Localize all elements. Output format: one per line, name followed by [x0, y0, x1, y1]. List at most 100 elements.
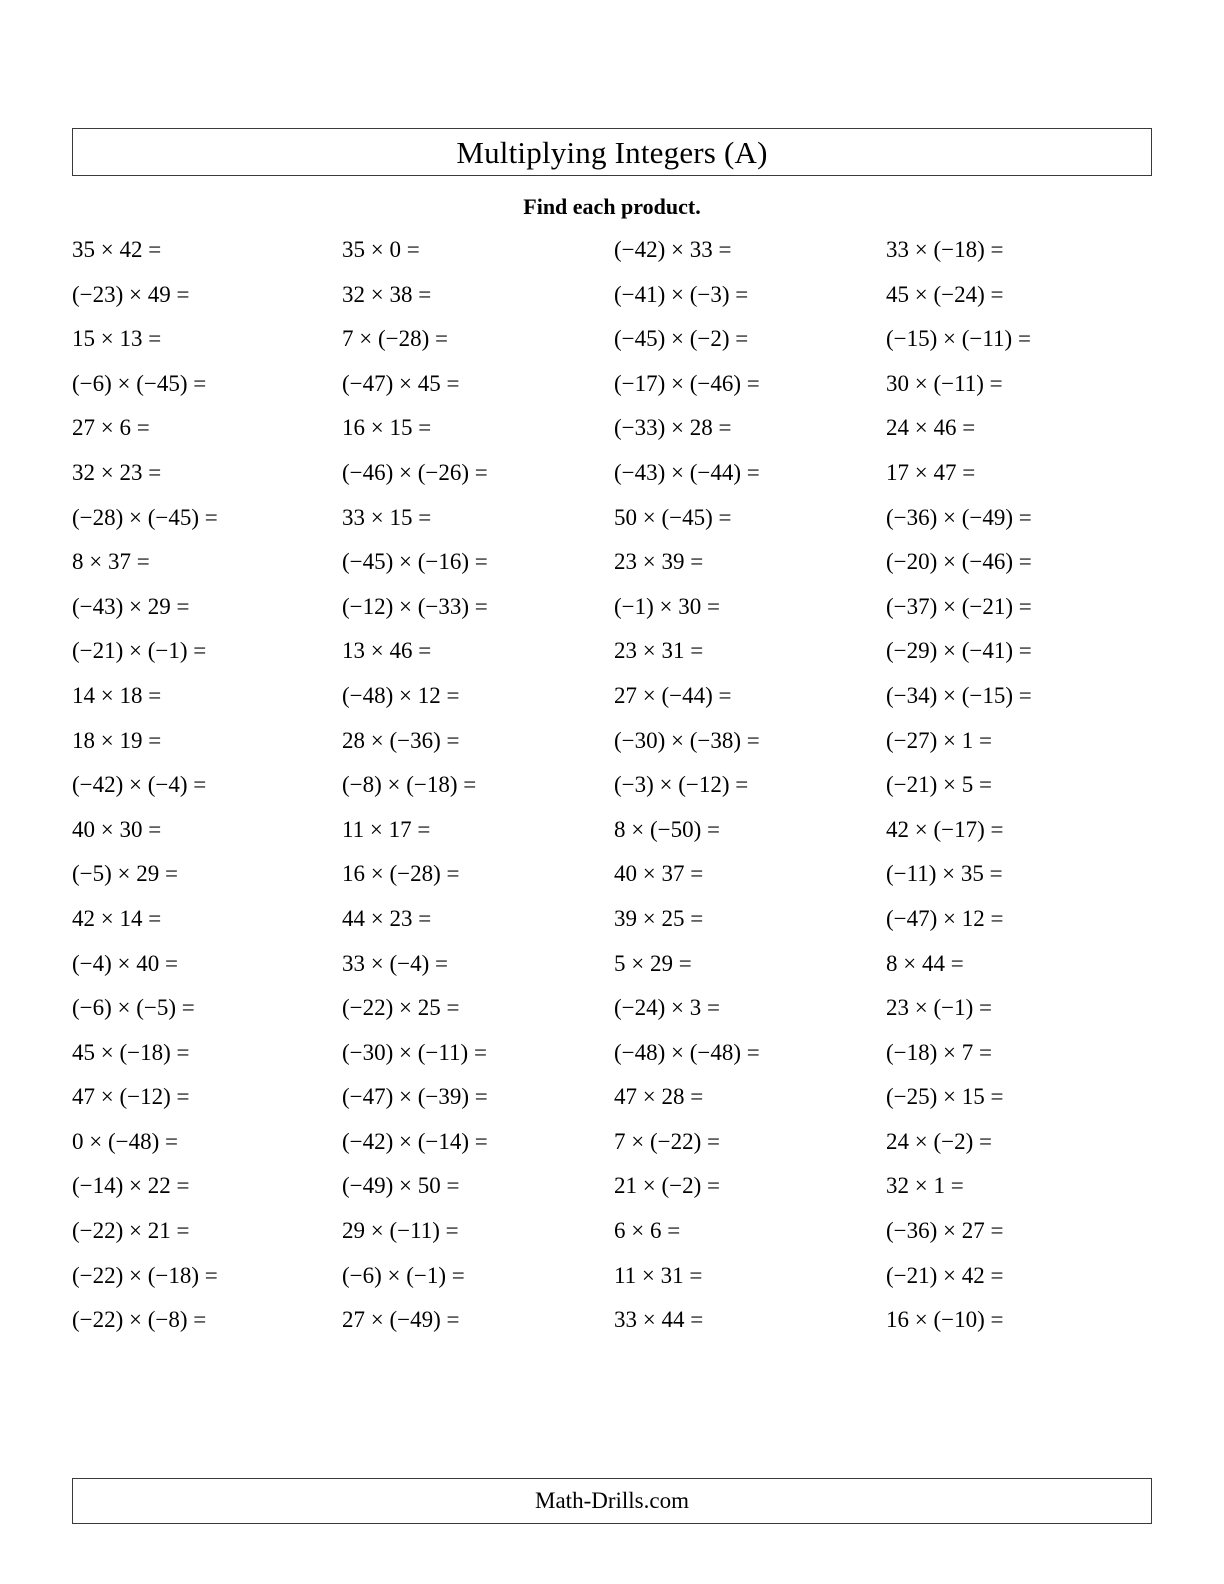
problem-item[interactable]: 39 × 25 = [612, 906, 882, 931]
problem-item[interactable]: 40 × 37 = [612, 862, 882, 886]
problem-item[interactable]: 33 × 15 = [342, 505, 612, 530]
problem-item[interactable]: 6 × 6 = [612, 1219, 882, 1243]
problem-item[interactable]: 32 × 1 = [882, 1174, 1152, 1198]
problem-item[interactable]: (−14) × 22 = [72, 1174, 342, 1198]
problem-item[interactable]: 47 × 28 = [612, 1085, 882, 1109]
problem-item[interactable]: (−20) × (−46) = [882, 550, 1152, 574]
problem-item[interactable]: 16 × (−10) = [882, 1308, 1152, 1332]
problem-item[interactable]: (−47) × 12 = [882, 906, 1152, 931]
problem-item[interactable]: 30 × (−11) = [882, 371, 1152, 396]
problem-item[interactable]: (−46) × (−26) = [342, 461, 612, 485]
problem-item[interactable]: (−6) × (−5) = [72, 996, 342, 1020]
problem-item[interactable]: (−15) × (−11) = [882, 327, 1152, 351]
problem-item[interactable]: 35 × 0 = [342, 238, 612, 262]
problem-item[interactable]: 45 × (−24) = [882, 282, 1152, 307]
problem-item[interactable]: 32 × 38 = [342, 282, 612, 307]
problem-item[interactable]: 7 × (−22) = [612, 1129, 882, 1154]
problem-item[interactable]: (−42) × (−14) = [342, 1129, 612, 1154]
problem-item[interactable]: 42 × (−17) = [882, 817, 1152, 842]
problem-item[interactable]: (−5) × 29 = [72, 862, 342, 886]
problem-item[interactable]: (−34) × (−15) = [882, 684, 1152, 708]
problem-item[interactable]: 8 × 37 = [72, 550, 342, 574]
problem-item[interactable]: (−29) × (−41) = [882, 639, 1152, 663]
problem-item[interactable]: 33 × 44 = [612, 1308, 882, 1332]
problem-item[interactable]: (−25) × 15 = [882, 1085, 1152, 1109]
problem-item[interactable]: 45 × (−18) = [72, 1040, 342, 1065]
problem-item[interactable]: 23 × (−1) = [882, 996, 1152, 1020]
problem-item[interactable]: (−28) × (−45) = [72, 505, 342, 530]
problem-item[interactable]: (−36) × 27 = [882, 1219, 1152, 1243]
problem-item[interactable]: 15 × 13 = [72, 327, 342, 351]
problem-item[interactable]: (−37) × (−21) = [882, 594, 1152, 619]
problem-item[interactable]: 29 × (−11) = [342, 1219, 612, 1243]
problem-item[interactable]: (−6) × (−45) = [72, 371, 342, 396]
problem-item[interactable]: (−48) × (−48) = [612, 1040, 882, 1065]
problem-item[interactable]: (−48) × 12 = [342, 684, 612, 708]
problem-item[interactable]: (−33) × 28 = [612, 416, 882, 440]
problem-item[interactable]: (−22) × (−18) = [72, 1263, 342, 1288]
problem-item[interactable]: (−6) × (−1) = [342, 1263, 612, 1288]
problem-item[interactable]: (−43) × (−44) = [612, 461, 882, 485]
problem-item[interactable]: (−47) × 45 = [342, 371, 612, 396]
problem-item[interactable]: 27 × 6 = [72, 416, 342, 440]
problem-item[interactable]: 23 × 31 = [612, 639, 882, 663]
problem-item[interactable]: 33 × (−4) = [342, 951, 612, 976]
problem-item[interactable]: 40 × 30 = [72, 817, 342, 842]
problem-item[interactable]: 17 × 47 = [882, 461, 1152, 485]
problem-item[interactable]: (−1) × 30 = [612, 594, 882, 619]
problem-item[interactable]: (−22) × (−8) = [72, 1308, 342, 1332]
problem-item[interactable]: (−49) × 50 = [342, 1174, 612, 1198]
problem-item[interactable]: 24 × (−2) = [882, 1129, 1152, 1154]
problem-item[interactable]: 16 × 15 = [342, 416, 612, 440]
problem-item[interactable]: (−4) × 40 = [72, 951, 342, 976]
problem-item[interactable]: (−45) × (−2) = [612, 327, 882, 351]
problem-item[interactable]: 32 × 23 = [72, 461, 342, 485]
problem-item[interactable]: (−30) × (−11) = [342, 1040, 612, 1065]
problem-item[interactable]: 27 × (−44) = [612, 684, 882, 708]
problem-item[interactable]: (−18) × 7 = [882, 1040, 1152, 1065]
problem-item[interactable]: (−43) × 29 = [72, 594, 342, 619]
problem-item[interactable]: (−22) × 21 = [72, 1219, 342, 1243]
problem-item[interactable]: 14 × 18 = [72, 684, 342, 708]
problem-item[interactable]: (−22) × 25 = [342, 996, 612, 1020]
problem-item[interactable]: (−30) × (−38) = [612, 728, 882, 753]
problem-item[interactable]: 42 × 14 = [72, 906, 342, 931]
problem-item[interactable]: (−45) × (−16) = [342, 550, 612, 574]
problem-item[interactable]: 13 × 46 = [342, 639, 612, 663]
problem-item[interactable]: 24 × 46 = [882, 416, 1152, 440]
problem-item[interactable]: 16 × (−28) = [342, 862, 612, 886]
problem-item[interactable]: (−42) × 33 = [612, 238, 882, 262]
problem-item[interactable]: (−12) × (−33) = [342, 594, 612, 619]
problem-item[interactable]: (−27) × 1 = [882, 728, 1152, 753]
problem-item[interactable]: (−21) × 5 = [882, 773, 1152, 797]
problem-item[interactable]: 44 × 23 = [342, 906, 612, 931]
problem-item[interactable]: (−36) × (−49) = [882, 505, 1152, 530]
problem-item[interactable]: 11 × 17 = [342, 817, 612, 842]
problem-item[interactable]: 21 × (−2) = [612, 1174, 882, 1198]
problem-item[interactable]: 35 × 42 = [72, 238, 342, 262]
problem-item[interactable]: 28 × (−36) = [342, 728, 612, 753]
problem-item[interactable]: 23 × 39 = [612, 550, 882, 574]
problem-item[interactable]: (−8) × (−18) = [342, 773, 612, 797]
problem-item[interactable]: 7 × (−28) = [342, 327, 612, 351]
problem-item[interactable]: (−17) × (−46) = [612, 371, 882, 396]
problem-item[interactable]: 8 × (−50) = [612, 817, 882, 842]
problem-item[interactable]: 11 × 31 = [612, 1263, 882, 1288]
problem-item[interactable]: (−23) × 49 = [72, 282, 342, 307]
problem-item[interactable]: (−3) × (−12) = [612, 773, 882, 797]
problem-item[interactable]: 27 × (−49) = [342, 1308, 612, 1332]
problem-item[interactable]: 18 × 19 = [72, 728, 342, 753]
problem-item[interactable]: 8 × 44 = [882, 951, 1152, 976]
problem-item[interactable]: 0 × (−48) = [72, 1129, 342, 1154]
problem-item[interactable]: (−11) × 35 = [882, 862, 1152, 886]
problem-item[interactable]: 33 × (−18) = [882, 238, 1152, 262]
problem-item[interactable]: (−47) × (−39) = [342, 1085, 612, 1109]
problem-item[interactable]: 47 × (−12) = [72, 1085, 342, 1109]
problem-item[interactable]: (−24) × 3 = [612, 996, 882, 1020]
problem-item[interactable]: (−42) × (−4) = [72, 773, 342, 797]
problem-item[interactable]: (−41) × (−3) = [612, 282, 882, 307]
problem-item[interactable]: 5 × 29 = [612, 951, 882, 976]
problem-item[interactable]: (−21) × (−1) = [72, 639, 342, 663]
problem-item[interactable]: 50 × (−45) = [612, 505, 882, 530]
problem-item[interactable]: (−21) × 42 = [882, 1263, 1152, 1288]
